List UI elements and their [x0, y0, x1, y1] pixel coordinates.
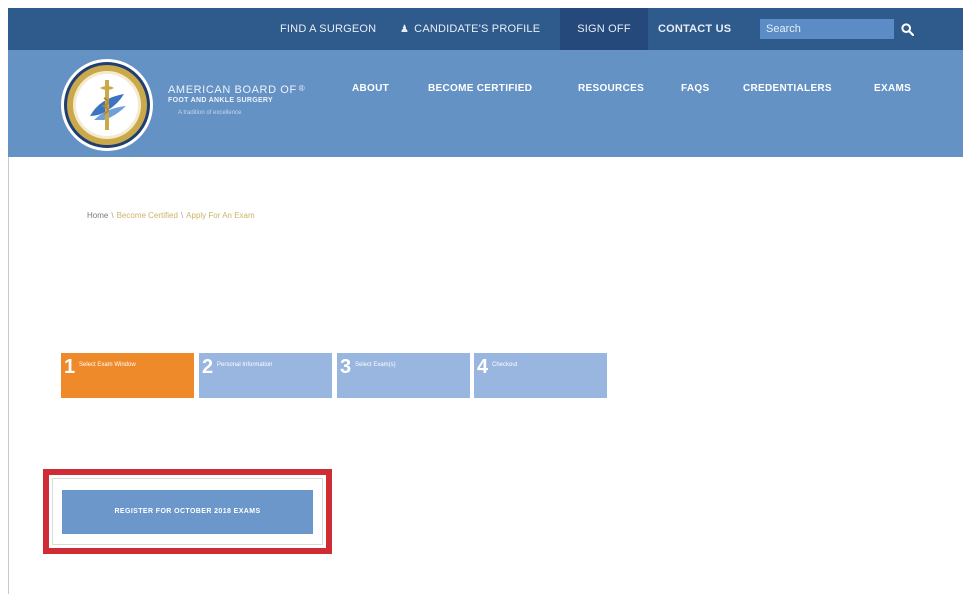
brand-tagline: A tradition of excellence: [178, 110, 242, 116]
sign-off-link[interactable]: SIGN OFF: [560, 8, 648, 50]
step-number: 1: [64, 356, 76, 378]
breadcrumb-separator: \: [180, 211, 184, 220]
search-input[interactable]: [760, 19, 894, 39]
step-label: Personal Information: [217, 362, 273, 368]
nav-exams[interactable]: EXAMS: [874, 83, 911, 94]
breadcrumb: Home \ Become Certified \ Apply For An Exam: [87, 211, 255, 220]
step-checkout[interactable]: 4 Checkout: [474, 353, 607, 398]
content-border: [8, 157, 9, 594]
step-personal-information[interactable]: 2 Personal Information: [199, 353, 332, 398]
step-label: Select Exam Window: [79, 362, 136, 368]
person-icon: ♟: [400, 24, 410, 35]
step-label: Select Exam(s): [355, 362, 396, 368]
step-select-exams[interactable]: 3 Select Exam(s): [337, 353, 470, 398]
search-icon: [900, 22, 914, 36]
breadcrumb-separator: \: [111, 211, 114, 220]
find-surgeon-link[interactable]: FIND A SURGEON: [280, 8, 376, 50]
search-button[interactable]: [896, 19, 918, 39]
nav-about[interactable]: ABOUT: [352, 83, 389, 94]
main-header: AMERICAN BOARD OF ® FOOT AND ANKLE SURGER…: [8, 50, 963, 157]
step-number: 3: [340, 356, 352, 378]
nav-resources[interactable]: RESOURCES: [578, 83, 644, 94]
candidates-profile-label: CANDIDATE'S PROFILE: [414, 23, 541, 35]
step-select-exam-window[interactable]: 1 Select Exam Window: [61, 353, 194, 398]
breadcrumb-become-certified[interactable]: Become Certified: [117, 211, 178, 220]
brand-registered-mark: ®: [298, 84, 306, 93]
nav-faqs[interactable]: FAQS: [681, 83, 709, 94]
step-number: 2: [202, 356, 214, 378]
top-utility-bar: FIND A SURGEON ♟ CANDIDATE'S PROFILE SIGN…: [8, 8, 963, 50]
breadcrumb-apply-exam: Apply For An Exam: [186, 211, 255, 220]
contact-us-link[interactable]: CONTACT US: [658, 8, 731, 50]
step-label: Checkout: [492, 362, 518, 368]
seal-logo[interactable]: [60, 58, 154, 152]
candidates-profile-link[interactable]: ♟ CANDIDATE'S PROFILE: [400, 8, 540, 50]
register-exam-button[interactable]: REGISTER FOR OCTOBER 2018 EXAMS: [62, 490, 313, 534]
brand-name: AMERICAN BOARD OF: [168, 84, 297, 96]
nav-become-certified[interactable]: BECOME CERTIFIED: [428, 83, 532, 94]
breadcrumb-home[interactable]: Home: [87, 211, 108, 220]
brand-subtitle: FOOT AND ANKLE SURGERY: [168, 97, 273, 104]
nav-credentialers[interactable]: CREDENTIALERS: [743, 83, 832, 94]
step-number: 4: [477, 356, 489, 378]
brand-text[interactable]: AMERICAN BOARD OF ® FOOT AND ANKLE SURGER…: [168, 84, 305, 116]
